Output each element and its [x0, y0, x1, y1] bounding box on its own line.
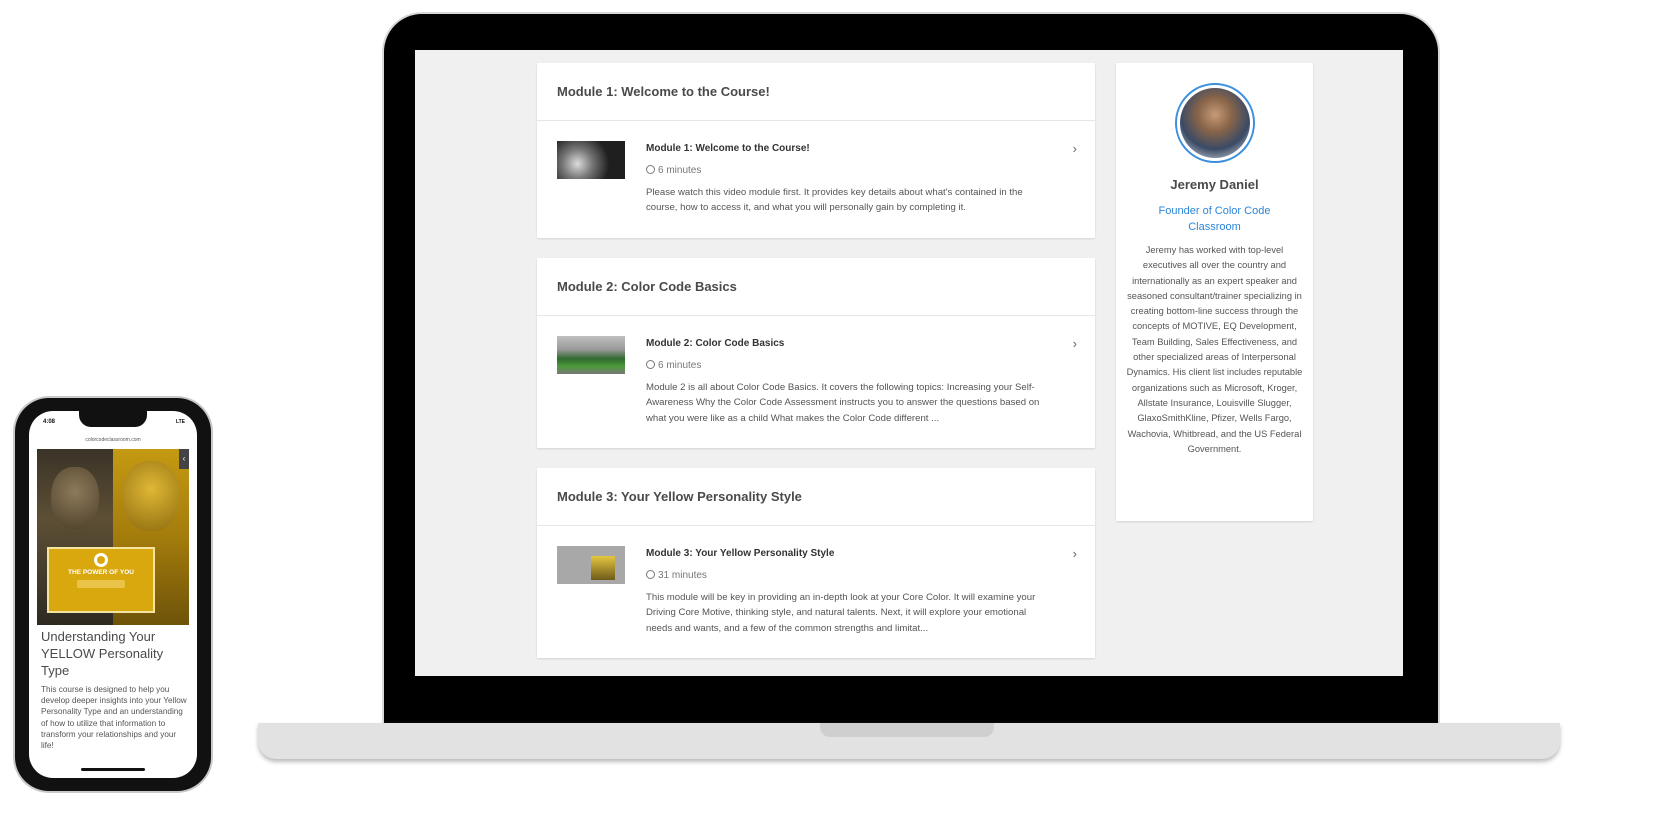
- lesson-description: Please watch this video module first. It…: [646, 187, 1023, 214]
- author-photo: [1179, 88, 1250, 158]
- chevron-right-icon[interactable]: ›: [1073, 336, 1077, 351]
- color-code-logo-icon: [94, 553, 108, 567]
- phone-notch: [79, 411, 147, 427]
- author-avatar: [1174, 83, 1255, 163]
- lesson-description: Module 2 is all about Color Code Basics.…: [646, 382, 1040, 424]
- laptop-screen: Module 1: Welcome to the Course! Module …: [415, 50, 1403, 676]
- lesson-duration: 6 minutes: [646, 360, 701, 371]
- lesson-description: This module will be key in providing an …: [646, 592, 1036, 634]
- module-card: Module 3: Your Yellow Personality Style …: [537, 468, 1095, 658]
- chevron-right-icon[interactable]: ›: [1073, 546, 1077, 561]
- lesson-title[interactable]: Module 2: Color Code Basics: [646, 338, 784, 349]
- home-indicator: [81, 768, 145, 771]
- lesson-duration: 31 minutes: [646, 570, 707, 581]
- phone-mockup: 4:08 LTE colorcodeclassroom.com ‹ THE PO…: [15, 398, 211, 791]
- author-bio: Jeremy has worked with top-level executi…: [1126, 245, 1303, 454]
- author-card: Jeremy Daniel Founder of Color Code Clas…: [1116, 63, 1313, 521]
- course-hero-image: ‹ THE POWER OF YOU: [37, 449, 189, 625]
- module-header: Module 2: Color Code Basics: [537, 258, 1095, 316]
- clock-icon: [646, 360, 655, 369]
- clock-icon: [646, 165, 655, 174]
- chevron-left-icon[interactable]: ‹: [179, 449, 189, 469]
- module-card: Module 1: Welcome to the Course! Module …: [537, 63, 1095, 238]
- lesson-title[interactable]: Module 1: Welcome to the Course!: [646, 143, 810, 154]
- power-of-you-text: THE POWER OF YOU: [68, 569, 134, 576]
- phone-course-description: This course is designed to help you deve…: [41, 685, 187, 751]
- phone-screen: 4:08 LTE colorcodeclassroom.com ‹ THE PO…: [29, 411, 197, 778]
- author-name: Jeremy Daniel: [1170, 177, 1259, 192]
- signal-battery-icon: LTE: [175, 419, 185, 425]
- lesson-thumbnail[interactable]: [557, 336, 625, 374]
- phone-url-bar[interactable]: colorcodeclassroom.com: [29, 437, 197, 443]
- lesson-duration: 6 minutes: [646, 165, 701, 176]
- status-time: 4:08: [43, 419, 56, 425]
- lesson-title[interactable]: Module 3: Your Yellow Personality Style: [646, 548, 834, 559]
- module-header: Module 3: Your Yellow Personality Style: [537, 468, 1095, 526]
- clock-icon: [646, 570, 655, 579]
- laptop-notch: [820, 723, 994, 737]
- module-card: Module 2: Color Code Basics Module 2: Co…: [537, 258, 1095, 448]
- power-of-you-badge: THE POWER OF YOU: [47, 547, 155, 613]
- author-role: Founder of Color Code Classroom: [1158, 205, 1271, 233]
- hero-subtitle-bar: [77, 580, 125, 588]
- lesson-thumbnail[interactable]: [557, 546, 625, 584]
- chevron-right-icon[interactable]: ›: [1073, 141, 1077, 156]
- lesson-thumbnail[interactable]: [557, 141, 625, 179]
- phone-course-title[interactable]: Understanding Your YELLOW Personality Ty…: [41, 628, 187, 679]
- module-header: Module 1: Welcome to the Course!: [537, 63, 1095, 121]
